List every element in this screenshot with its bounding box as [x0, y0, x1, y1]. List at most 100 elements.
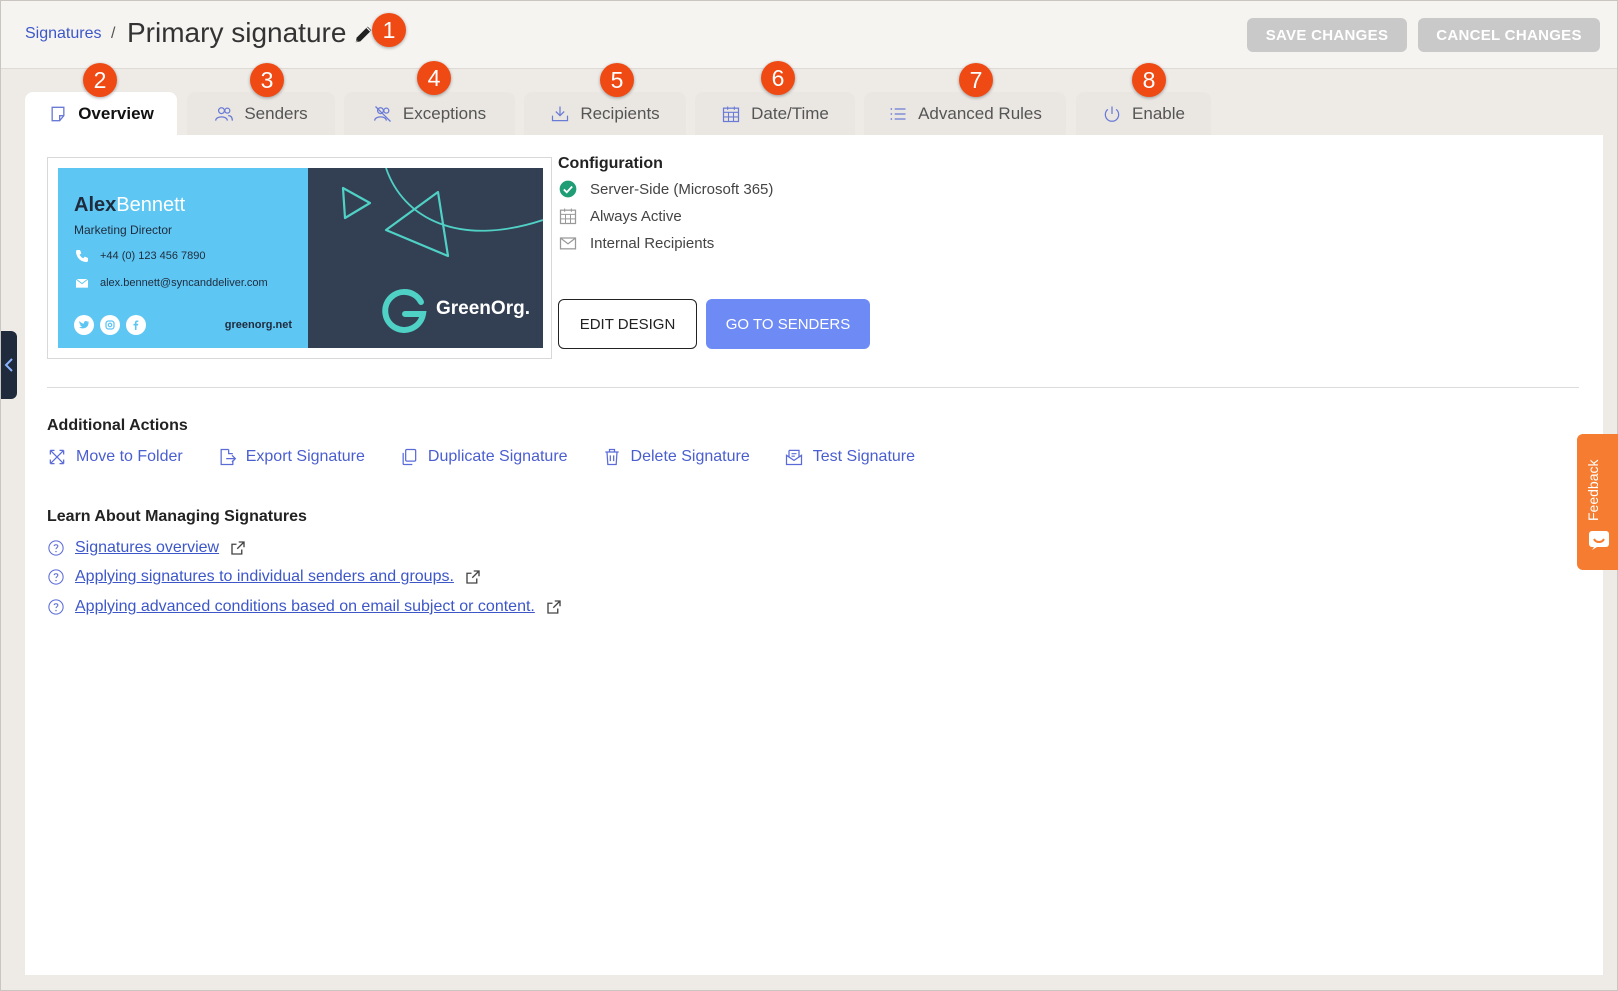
tab-label: Date/Time [751, 104, 829, 123]
users-exclude-icon [373, 106, 391, 122]
feedback-label: Feedback [1585, 459, 1601, 521]
signature-last-name: Bennett [116, 194, 186, 216]
page-title: Primary signature [127, 17, 347, 48]
twitter-icon [74, 315, 94, 335]
breadcrumb-signatures-link[interactable]: Signatures [25, 25, 102, 43]
tab-enable[interactable]: Enable [1076, 92, 1211, 136]
callout-badge-3: 3 [250, 63, 284, 97]
facebook-icon [126, 315, 146, 335]
export-icon [220, 448, 236, 466]
learn-link-item: Signatures overview [47, 539, 247, 557]
signature-preview-brand: GreenOrg. [308, 168, 543, 348]
tab-label: Enable [1132, 104, 1185, 123]
action-label: Test Signature [812, 448, 916, 465]
tab-label: Senders [244, 104, 308, 123]
mail-icon [75, 278, 89, 288]
signature-first-name: Alex [74, 194, 117, 216]
duplicate-signature-action[interactable]: Duplicate Signature [399, 447, 568, 467]
go-to-senders-button[interactable]: GO TO SENDERS [706, 299, 870, 349]
signature-phone-number: +44 (0) 123 456 7890 [100, 250, 206, 262]
help-circle-icon [48, 569, 64, 585]
help-circle-icon [48, 599, 64, 615]
test-signature-action[interactable]: Test Signature [784, 447, 915, 467]
tab-recipients[interactable]: Recipients [524, 92, 686, 136]
external-link-icon[interactable] [464, 568, 482, 586]
action-label: Export Signature [245, 448, 365, 465]
config-server-side: Server-Side (Microsoft 365) [558, 179, 773, 199]
page-header: Signatures / Primary signature SAVE CHAN… [1, 1, 1617, 69]
signature-website: greenorg.net [224, 319, 292, 331]
tab-label: Recipients [580, 104, 660, 123]
configuration-title: Configuration [558, 155, 663, 172]
tab-senders[interactable]: Senders [187, 92, 335, 136]
save-changes-button[interactable]: SAVE CHANGES [1247, 18, 1407, 52]
inbox-download-icon [552, 106, 569, 122]
trash-icon [604, 448, 619, 466]
power-icon [1104, 106, 1120, 122]
callout-badge-2: 2 [83, 63, 117, 97]
tab-label: Exceptions [402, 104, 487, 123]
note-icon [51, 106, 65, 122]
signature-phone: +44 (0) 123 456 7890 [74, 248, 206, 264]
overview-panel: AlexBennett Marketing Director +44 (0) 1… [25, 135, 1603, 975]
callout-badge-5: 5 [600, 63, 634, 97]
phone-icon [76, 250, 88, 262]
section-divider [47, 387, 1579, 388]
list-icon [890, 108, 906, 120]
config-internal-recipients: Internal Recipients [558, 233, 714, 253]
tab-date-time[interactable]: Date/Time [695, 92, 855, 136]
config-item-label: Always Active [590, 207, 682, 225]
help-circle-icon [48, 540, 64, 556]
tab-exceptions[interactable]: Exceptions [344, 92, 515, 136]
config-item-label: Internal Recipients [590, 234, 715, 252]
calendar-icon [559, 208, 577, 225]
config-item-label: Server-Side (Microsoft 365) [590, 180, 774, 198]
signature-name: AlexBennett [74, 194, 185, 217]
export-signature-action[interactable]: Export Signature [217, 447, 365, 467]
tab-label: Advanced Rules [918, 104, 1042, 123]
callout-badge-8: 8 [1132, 63, 1166, 97]
greenorg-logo-icon [382, 288, 427, 333]
config-always-active: Always Active [558, 206, 682, 226]
action-label: Delete Signature [630, 448, 750, 465]
test-mail-icon [785, 449, 802, 466]
cancel-changes-button[interactable]: CANCEL CHANGES [1418, 18, 1600, 52]
signature-email: alex.bennett@syncanddeliver.com [74, 275, 268, 291]
signature-role: Marketing Director [74, 223, 173, 237]
signature-social-links [74, 315, 146, 335]
signature-preview-details: AlexBennett Marketing Director +44 (0) 1… [58, 168, 308, 348]
users-icon [215, 107, 234, 121]
calendar-icon [722, 106, 740, 123]
move-icon [49, 449, 65, 465]
breadcrumb-separator: / [111, 25, 116, 42]
tab-overview[interactable]: Overview [25, 92, 177, 136]
additional-actions-title: Additional Actions [47, 417, 188, 434]
signature-email-address: alex.bennett@syncanddeliver.com [100, 277, 268, 289]
signature-preview: AlexBennett Marketing Director +44 (0) 1… [47, 157, 552, 359]
chat-face-icon [1589, 531, 1609, 550]
callout-badge-6: 6 [761, 61, 795, 95]
check-circle-icon [559, 180, 577, 198]
advanced-conditions-link[interactable]: Applying advanced conditions based on em… [75, 598, 535, 616]
app-window: Signatures / Primary signature SAVE CHAN… [0, 0, 1618, 991]
external-link-icon[interactable] [229, 539, 247, 557]
additional-actions-list: Move to Folder Export Signature Duplicat… [47, 447, 915, 467]
chevron-left-icon [4, 358, 13, 372]
mail-icon [559, 237, 577, 250]
learn-link-item: Applying advanced conditions based on em… [47, 598, 563, 616]
external-link-icon[interactable] [545, 598, 563, 616]
sidebar-toggle-handle[interactable] [1, 331, 17, 399]
move-to-folder-action[interactable]: Move to Folder [47, 447, 183, 467]
applying-signatures-link[interactable]: Applying signatures to individual sender… [75, 568, 454, 586]
learn-section-title: Learn About Managing Signatures [47, 508, 307, 525]
callout-badge-7: 7 [959, 63, 993, 97]
duplicate-icon [402, 448, 417, 466]
action-label: Move to Folder [76, 448, 183, 465]
instagram-icon [100, 315, 120, 335]
edit-design-button[interactable]: EDIT DESIGN [558, 299, 697, 349]
signatures-overview-link[interactable]: Signatures overview [75, 539, 219, 557]
delete-signature-action[interactable]: Delete Signature [602, 447, 750, 467]
callout-badge-1: 1 [372, 13, 406, 47]
tab-advanced-rules[interactable]: Advanced Rules [864, 92, 1066, 136]
tab-label: Overview [78, 104, 154, 123]
